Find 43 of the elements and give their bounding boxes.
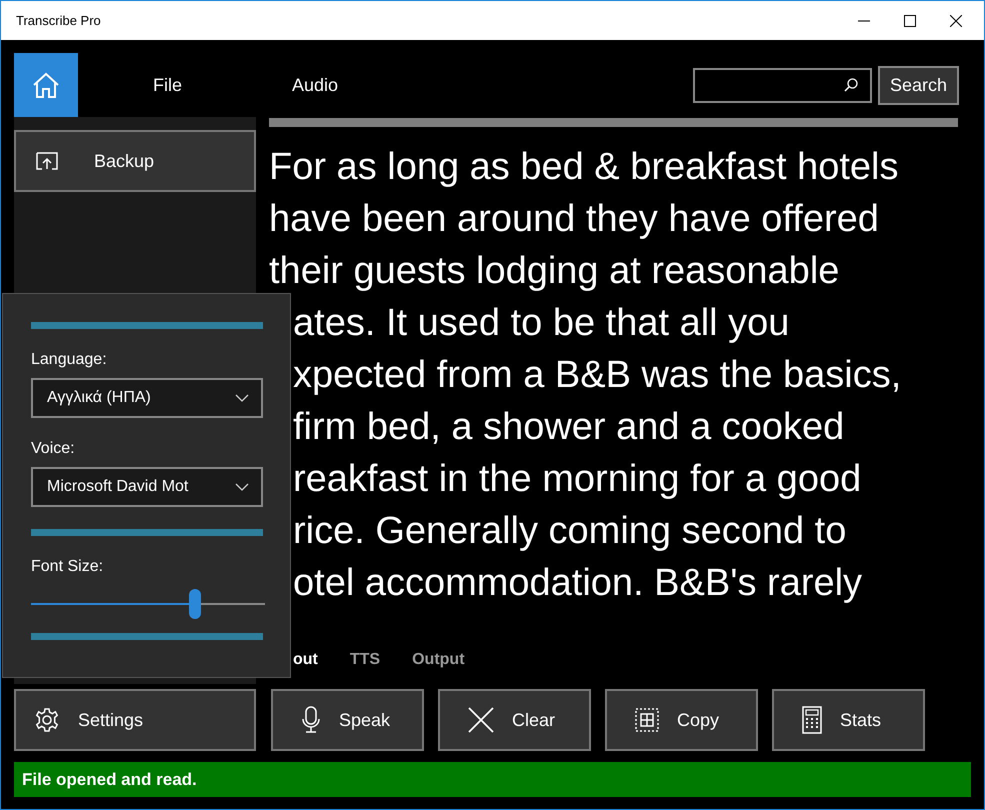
chevron-down-icon bbox=[235, 483, 249, 491]
menu-item[interactable]: Audio bbox=[292, 74, 338, 96]
clear-button[interactable]: Clear bbox=[438, 689, 591, 751]
close-icon[interactable] bbox=[950, 14, 962, 26]
tab[interactable]: Output bbox=[412, 651, 465, 669]
tab[interactable]: out bbox=[293, 651, 318, 669]
microphone-icon bbox=[301, 706, 321, 734]
settings-button[interactable]: Settings bbox=[14, 689, 256, 751]
maximize-icon[interactable] bbox=[904, 14, 916, 26]
chevron-down-icon bbox=[235, 394, 249, 402]
field-label: Language: bbox=[31, 351, 108, 369]
field-label: Voice: bbox=[31, 440, 76, 458]
calculator-icon bbox=[802, 706, 822, 734]
search-field[interactable] bbox=[693, 68, 872, 102]
text-line: xpected from a B&B was the basics, bbox=[292, 353, 902, 398]
copy-button[interactable]: Copy bbox=[605, 689, 758, 751]
speak-button[interactable]: Speak bbox=[271, 689, 424, 751]
stats-button[interactable]: Stats bbox=[772, 689, 925, 751]
text-line: reakfast in the morning for a good bbox=[292, 457, 862, 502]
search-icon bbox=[844, 78, 858, 92]
window-title: Transcribe Pro bbox=[16, 13, 101, 28]
text-line: For as long as bed & breakfast hotels bbox=[269, 145, 900, 190]
text-line: their guests lodging at reasonable bbox=[269, 249, 840, 294]
menu-item[interactable]: File bbox=[153, 74, 182, 96]
text-line: ates. It used to be that all you bbox=[292, 301, 790, 346]
backup-button[interactable]: Backup bbox=[14, 130, 256, 192]
tab[interactable]: TTS bbox=[350, 651, 380, 669]
home-icon bbox=[31, 71, 61, 99]
voice-dropdown[interactable]: Microsoft David Mot bbox=[31, 467, 263, 507]
status-bar: File opened and read. bbox=[14, 762, 971, 797]
upload-icon bbox=[36, 152, 58, 170]
slider-thumb[interactable] bbox=[188, 589, 201, 619]
text-line: firm bed, a shower and a cooked bbox=[292, 405, 846, 450]
field-label: Font Size: bbox=[31, 558, 104, 576]
close-icon bbox=[468, 707, 494, 733]
text-line: otel accommodation. B&B's rarely bbox=[292, 561, 864, 606]
language-dropdown[interactable]: Αγγλικά (ΗΠΑ) bbox=[31, 378, 263, 418]
gear-icon bbox=[34, 707, 60, 733]
home-button[interactable] bbox=[14, 53, 78, 117]
grid-icon bbox=[635, 708, 659, 732]
search-button[interactable]: Search bbox=[878, 66, 959, 104]
text-line: have been around they have offered bbox=[269, 197, 880, 242]
text-line: rice. Generally coming second to bbox=[292, 509, 848, 554]
